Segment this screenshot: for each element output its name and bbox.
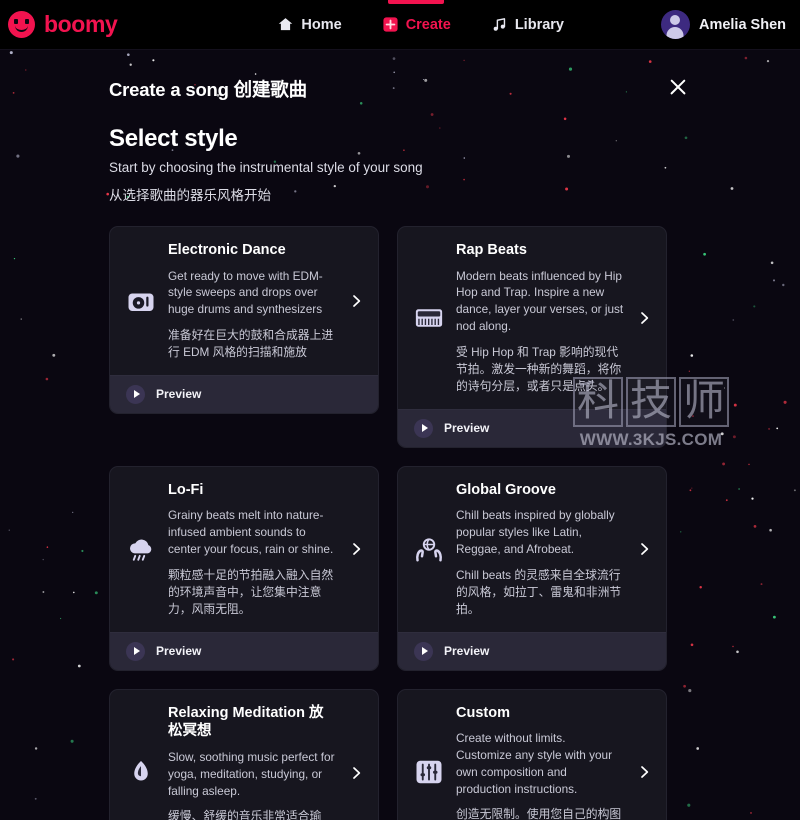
style-card-title: Relaxing Meditation 放松冥想 bbox=[168, 704, 324, 740]
style-card-description-cn: 缓慢、舒缓的音乐非常适合瑜伽、冥想、学习或入睡。 bbox=[168, 809, 322, 820]
style-card-description-cn: 准备好在巨大的鼓和合成器上进行 EDM 风格的扫描和施放 bbox=[168, 327, 334, 359]
user-name: Amelia Shen bbox=[698, 16, 786, 33]
preview-label: Preview bbox=[444, 644, 490, 659]
style-card-body[interactable]: Relaxing Meditation 放松冥想 Slow, soothing m… bbox=[110, 690, 378, 820]
play-icon bbox=[414, 641, 433, 661]
nav-item-create-label: Create bbox=[405, 16, 451, 33]
chevron-right-icon bbox=[353, 767, 361, 780]
close-icon[interactable] bbox=[665, 74, 691, 100]
style-card-text: Global Groove Chill beats inspired by glo… bbox=[456, 481, 624, 618]
style-card-text: Relaxing Meditation 放松冥想 Slow, soothing m… bbox=[168, 704, 336, 820]
style-card-description-cn: 受 Hip Hop 和 Trap 影响的现代节拍。激发一种新的舞蹈，将你的诗句分… bbox=[456, 344, 622, 393]
chevron-right-icon bbox=[641, 543, 649, 556]
dialog-title: Create a song 创建歌曲 bbox=[109, 79, 307, 100]
style-card-title: Lo-Fi bbox=[168, 481, 204, 498]
boomy-smiley-logo-icon bbox=[8, 11, 35, 38]
play-icon bbox=[126, 641, 145, 661]
style-card-title: Global Groove bbox=[456, 481, 556, 498]
style-card-description: Modern beats influenced by Hip Hop and T… bbox=[456, 268, 624, 333]
style-card-body[interactable]: Rap Beats Modern beats influenced by Hip … bbox=[398, 227, 666, 409]
preview-button[interactable]: Preview bbox=[398, 631, 666, 670]
section-subtitle: Start by choosing the instrumental style… bbox=[109, 160, 423, 175]
create-song-dialog: Create a song 创建歌曲 Select style Start by… bbox=[0, 50, 800, 820]
rain-cloud-icon bbox=[129, 539, 152, 562]
primary-nav: Home Create Library bbox=[277, 0, 564, 50]
chevron-right-icon bbox=[353, 295, 361, 307]
style-card-description: Slow, soothing music perfect for yoga, m… bbox=[168, 750, 335, 798]
nav-item-home-label: Home bbox=[301, 16, 342, 33]
style-card-body[interactable]: Custom Create without limits. Customize a… bbox=[398, 690, 666, 820]
mixer-sliders-icon bbox=[416, 761, 442, 784]
nav-item-library[interactable]: Library bbox=[491, 0, 564, 50]
keyboard-synth-icon bbox=[415, 309, 443, 327]
style-card-global-groove[interactable]: Global Groove Chill beats inspired by glo… bbox=[397, 465, 667, 671]
style-card-title: Electronic Dance bbox=[168, 242, 286, 258]
style-card-body[interactable]: Electronic Dance Get ready to move with E… bbox=[110, 227, 378, 375]
style-card-description: Create without limits. Customize any sty… bbox=[456, 731, 613, 796]
section-title: Select style bbox=[109, 125, 238, 152]
brand-name: boomy bbox=[44, 11, 118, 37]
section-subtitle-cn: 从选择歌曲的器乐风格开始 bbox=[109, 188, 271, 203]
style-card-text: Rap Beats Modern beats influenced by Hip … bbox=[456, 241, 624, 395]
style-card-description-cn: 创造无限制。使用您自己的构图和制作说明定制任何风格。 bbox=[456, 807, 622, 820]
music-note-icon bbox=[493, 18, 505, 31]
style-card-text: Lo-Fi Grainy beats melt into nature-infus… bbox=[168, 481, 336, 618]
style-card-text: Custom Create without limits. Customize a… bbox=[456, 704, 624, 820]
style-card-rap-beats[interactable]: Rap Beats Modern beats influenced by Hip … bbox=[397, 226, 667, 448]
style-card-electronic-dance[interactable]: Electronic Dance Get ready to move with E… bbox=[109, 226, 379, 414]
play-icon bbox=[126, 384, 145, 404]
lotus-icon bbox=[134, 761, 148, 781]
hands-globe-icon bbox=[416, 538, 442, 562]
nav-item-create[interactable]: Create bbox=[382, 0, 451, 50]
user-menu[interactable]: Amelia Shen bbox=[660, 10, 786, 39]
style-card-description: Chill beats inspired by globally popular… bbox=[456, 508, 615, 556]
user-avatar-icon bbox=[660, 10, 690, 39]
nav-item-home[interactable]: Home bbox=[277, 0, 342, 50]
style-card-description-cn: 颗粒感十足的节拍融入融入自然的环境声音中，让您集中注意力，风雨无阻。 bbox=[168, 567, 334, 616]
create-plus-icon bbox=[383, 17, 398, 32]
dialog-header: Create a song 创建歌曲 bbox=[109, 76, 691, 102]
preview-label: Preview bbox=[156, 644, 202, 659]
preview-button[interactable]: Preview bbox=[110, 374, 378, 413]
style-card-title: Custom bbox=[456, 704, 510, 721]
play-icon bbox=[414, 418, 433, 438]
style-card-custom[interactable]: Custom Create without limits. Customize a… bbox=[397, 688, 667, 820]
nav-item-library-label: Library bbox=[514, 16, 564, 33]
style-card-description-cn: Chill beats 的灵感来自全球流行的风格，如拉丁、雷鬼和非洲节拍。 bbox=[456, 567, 622, 616]
preview-button[interactable]: Preview bbox=[110, 631, 378, 670]
preview-label: Preview bbox=[444, 421, 490, 436]
style-card-grid: Electronic Dance Get ready to move with E… bbox=[109, 226, 691, 820]
chevron-right-icon bbox=[641, 766, 649, 779]
turntable-icon bbox=[128, 293, 154, 311]
preview-label: Preview bbox=[156, 387, 202, 402]
style-card-description: Get ready to move with EDM-style sweeps … bbox=[168, 268, 323, 317]
top-navigation-bar: boomy Home Create Library Amelia Shen bbox=[0, 0, 800, 50]
home-icon bbox=[279, 18, 293, 31]
chevron-right-icon bbox=[353, 543, 361, 556]
preview-button[interactable]: Preview bbox=[398, 408, 666, 447]
brand-logo-group[interactable]: boomy bbox=[8, 11, 118, 38]
chevron-right-icon bbox=[641, 312, 649, 324]
style-card-title: Rap Beats bbox=[456, 242, 527, 258]
style-card-body[interactable]: Global Groove Chill beats inspired by glo… bbox=[398, 467, 666, 632]
style-card-description: Grainy beats melt into nature-infused am… bbox=[168, 508, 334, 556]
style-card-text: Electronic Dance Get ready to move with E… bbox=[168, 241, 336, 361]
style-card-lo-fi[interactable]: Lo-Fi Grainy beats melt into nature-infus… bbox=[109, 465, 379, 671]
style-card-body[interactable]: Lo-Fi Grainy beats melt into nature-infus… bbox=[110, 467, 378, 632]
style-card-relaxing-meditation[interactable]: Relaxing Meditation 放松冥想 Slow, soothing m… bbox=[109, 688, 379, 820]
